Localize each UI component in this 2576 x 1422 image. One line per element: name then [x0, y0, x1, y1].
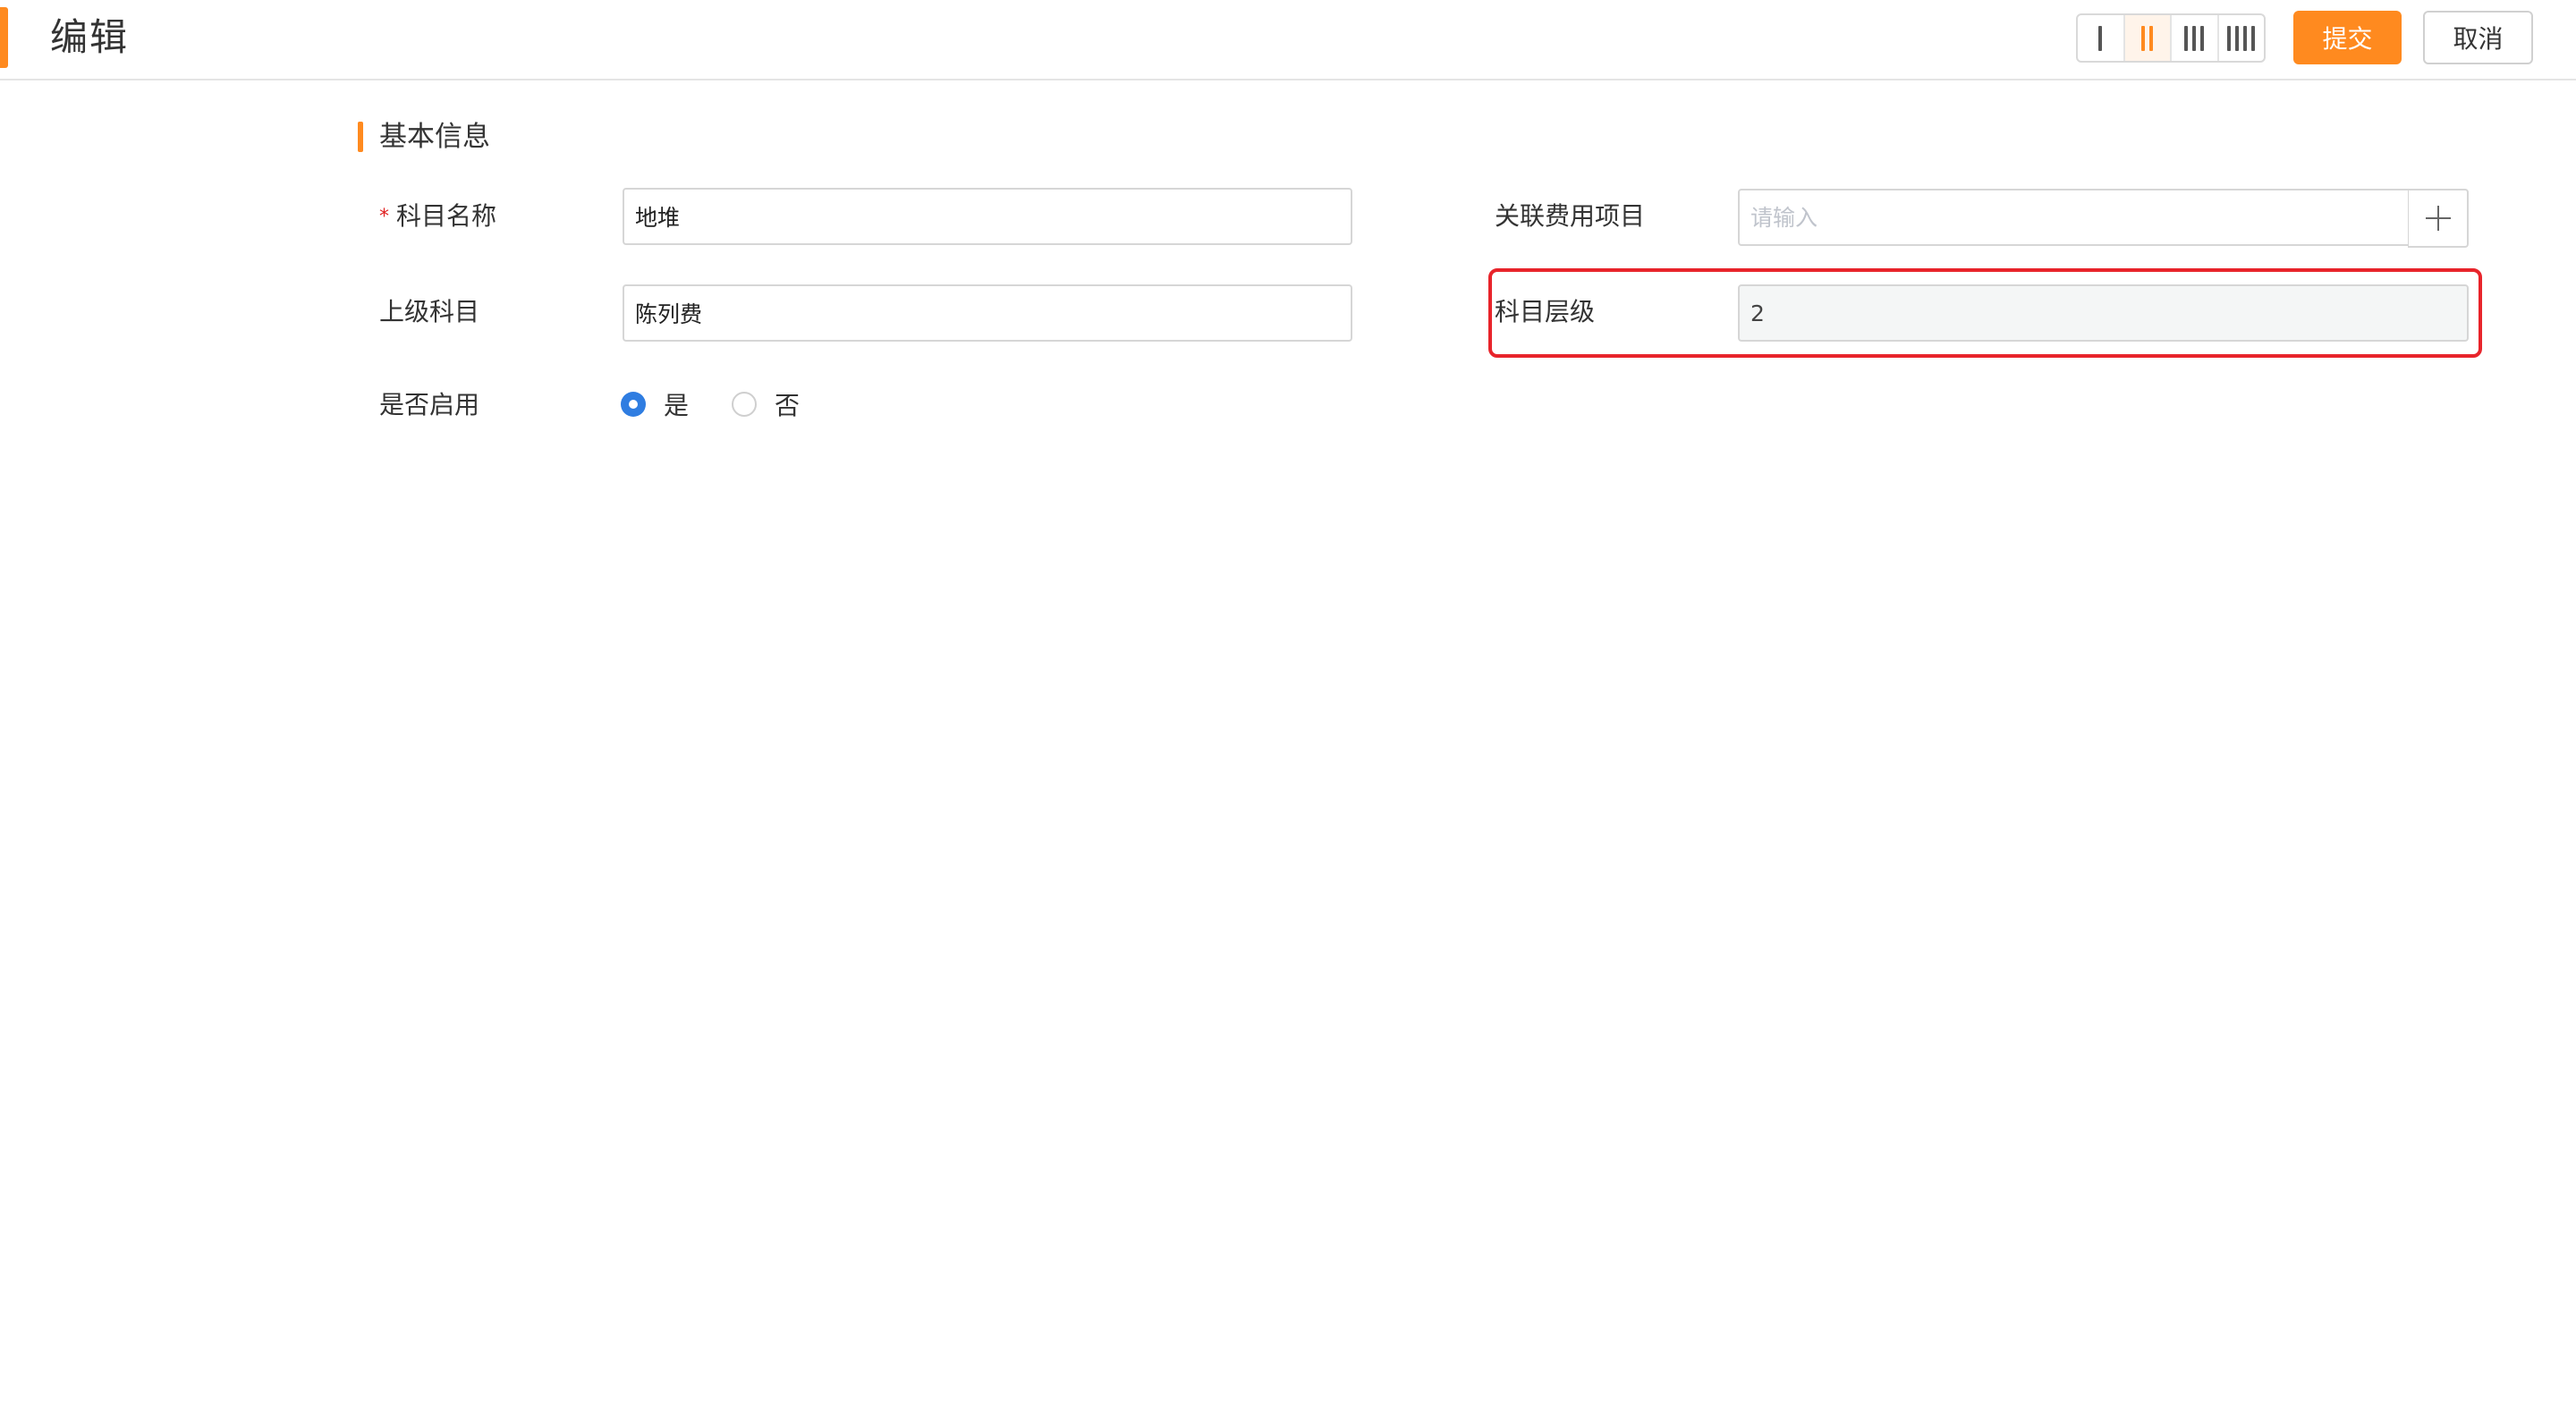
- cancel-button[interactable]: 取消: [2423, 11, 2533, 64]
- enabled-yes-option[interactable]: 是: [621, 386, 689, 422]
- three-column-icon-bar: [2200, 25, 2205, 51]
- related-expense-label: 关联费用项目: [1495, 201, 1646, 231]
- one-column-button[interactable]: [2078, 15, 2125, 61]
- subject-level-input: [1738, 284, 2469, 342]
- two-column-button[interactable]: [2124, 15, 2172, 61]
- two-column-icon: [2141, 25, 2146, 51]
- enabled-no-text: 否: [775, 391, 801, 420]
- parent-subject-label: 上级科目: [379, 297, 480, 326]
- subject-name-label: * 科目名称: [379, 199, 496, 234]
- page-header: 编辑 提交 取消: [0, 0, 2576, 80]
- four-column-icon-bar: [2235, 25, 2240, 51]
- required-mark: *: [379, 206, 389, 228]
- subject-name-input[interactable]: [623, 188, 1352, 245]
- page-title: 编辑: [50, 15, 130, 59]
- submit-button[interactable]: 提交: [2293, 11, 2402, 64]
- four-column-icon: [2227, 25, 2232, 51]
- radio-unchecked-icon[interactable]: [732, 392, 758, 417]
- subject-level-label: 科目层级: [1495, 297, 1596, 326]
- add-related-expense-button[interactable]: [2408, 189, 2469, 248]
- three-column-icon-bar: [2192, 25, 2197, 51]
- section-accent-bar: [358, 122, 363, 152]
- column-layout-switch: [2076, 13, 2266, 63]
- enabled-label: 是否启用: [379, 390, 480, 419]
- enabled-no-option[interactable]: 否: [732, 386, 800, 422]
- plus-icon: [2425, 206, 2451, 231]
- subject-name-label-text: 科目名称: [396, 201, 497, 231]
- one-column-icon: [2098, 25, 2103, 51]
- section-title: 基本信息: [379, 121, 490, 153]
- four-column-icon-bar: [2243, 25, 2248, 51]
- four-column-button[interactable]: [2219, 15, 2265, 61]
- three-column-icon: [2184, 25, 2189, 51]
- enabled-yes-text: 是: [664, 391, 690, 420]
- four-column-icon-bar: [2251, 25, 2256, 51]
- parent-subject-input[interactable]: [623, 284, 1352, 342]
- enabled-radio-group: 是 否: [621, 386, 843, 422]
- header-accent-bar: [0, 7, 8, 68]
- related-expense-input[interactable]: [1738, 189, 2411, 246]
- two-column-icon-bar: [2149, 25, 2154, 51]
- three-column-button[interactable]: [2172, 15, 2219, 61]
- radio-checked-icon[interactable]: [621, 392, 646, 417]
